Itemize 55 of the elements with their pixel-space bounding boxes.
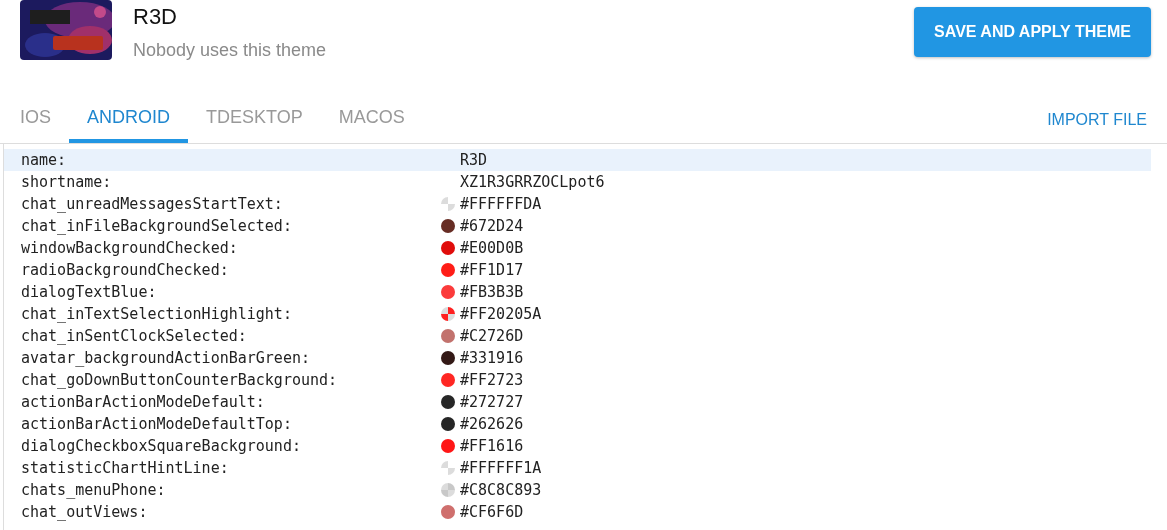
property-key: chats_menuPhone: xyxy=(21,481,441,499)
property-value: #C2726D xyxy=(460,327,524,345)
property-value: R3D xyxy=(460,151,488,169)
property-row[interactable]: dialogTextBlue: #FB3B3B xyxy=(4,281,1151,303)
property-row[interactable]: avatar_backgroundActionBarGreen: #331916 xyxy=(4,347,1151,369)
property-row[interactable]: chat_outViews: #CF6F6D xyxy=(4,501,1151,523)
property-value: #CF6F6D xyxy=(460,503,524,521)
property-row[interactable]: actionBarActionModeDefaultTop: #262626 xyxy=(4,413,1151,435)
property-key: statisticChartHintLine: xyxy=(21,459,441,477)
property-row[interactable]: radioBackgroundChecked: #FF1D17 xyxy=(4,259,1151,281)
property-value: #FF20205A xyxy=(460,305,542,323)
property-value: #331916 xyxy=(460,349,524,367)
theme-title: R3D xyxy=(133,4,178,30)
property-row[interactable]: statisticChartHintLine: #FFFFFF1A xyxy=(4,457,1151,479)
property-key: chat_inSentClockSelected: xyxy=(21,327,441,345)
property-value: #FF1D17 xyxy=(460,261,524,279)
property-row[interactable]: chat_inFileBackgroundSelected: #672D24 xyxy=(4,215,1151,237)
property-key: actionBarActionModeDefault: xyxy=(21,393,441,411)
property-key: dialogTextBlue: xyxy=(21,283,441,301)
property-row[interactable]: actionBarActionModeDefault: #272727 xyxy=(4,391,1151,413)
import-file-button[interactable]: IMPORT FILE xyxy=(1047,96,1147,143)
property-value: #FFFFFF1A xyxy=(460,459,542,477)
property-value: #FB3B3B xyxy=(460,283,524,301)
property-row[interactable]: name: R3D xyxy=(4,149,1151,171)
property-value: #272727 xyxy=(460,393,524,411)
property-row[interactable]: dialogCheckboxSquareBackground: #FF1616 xyxy=(4,435,1151,457)
property-row[interactable]: chats_menuPhone: #C8C8C893 xyxy=(4,479,1151,501)
property-value: XZ1R3GRRZOCLpot6 xyxy=(460,173,605,191)
property-row[interactable]: shortname: XZ1R3GRRZOCLpot6 xyxy=(4,171,1151,193)
property-key: actionBarActionModeDefaultTop: xyxy=(21,415,441,433)
property-key: chat_outViews: xyxy=(21,503,441,521)
property-value: #262626 xyxy=(460,415,524,433)
property-key: windowBackgroundChecked: xyxy=(21,239,441,257)
property-key: dialogCheckboxSquareBackground: xyxy=(21,437,441,455)
property-key: chat_goDownButtonCounterBackground: xyxy=(21,371,441,389)
property-key: chat_inTextSelectionHighlight: xyxy=(21,305,441,323)
property-key: chat_inFileBackgroundSelected: xyxy=(21,217,441,235)
property-value: #E00D0B xyxy=(460,239,524,257)
theme-subtitle: Nobody uses this theme xyxy=(133,40,327,61)
property-key: name: xyxy=(21,151,441,169)
property-row[interactable]: chat_inTextSelectionHighlight: #FF20205A xyxy=(4,303,1151,325)
property-value: #FFFFFFDA xyxy=(460,195,542,213)
property-value: #672D24 xyxy=(460,217,524,235)
property-key: radioBackgroundChecked: xyxy=(21,261,441,279)
property-value: #C8C8C893 xyxy=(460,481,542,499)
property-key: avatar_backgroundActionBarGreen: xyxy=(21,349,441,367)
property-key: shortname: xyxy=(21,173,441,191)
property-key: chat_unreadMessagesStartText: xyxy=(21,195,441,213)
property-value: #FF1616 xyxy=(460,437,524,455)
platform-tab[interactable]: ANDROID xyxy=(69,96,189,143)
property-value: #FF2723 xyxy=(460,371,524,389)
property-row[interactable]: windowBackgroundChecked: #E00D0B xyxy=(4,237,1151,259)
property-row[interactable]: chat_goDownButtonCounterBackground: #FF2723 xyxy=(4,369,1151,391)
property-row[interactable]: chat_inSentClockSelected: #C2726D xyxy=(4,325,1151,347)
property-row[interactable]: chat_unreadMessagesStartText: #FFFFFFDA xyxy=(4,193,1151,215)
